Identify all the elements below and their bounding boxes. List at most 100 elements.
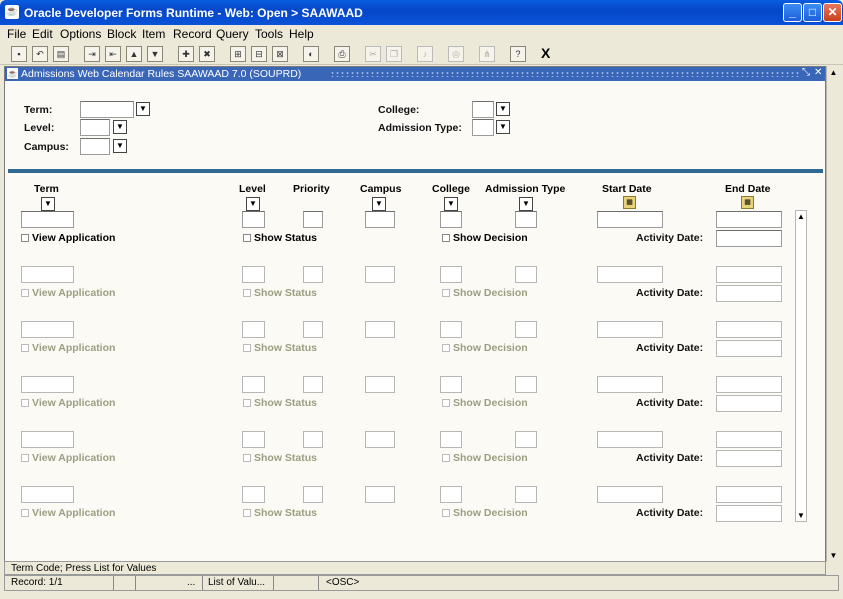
scroll-down-arrow-icon[interactable]: ▼ bbox=[796, 511, 806, 520]
execute-query-icon[interactable]: ▼ bbox=[147, 46, 163, 62]
show-decision-checkbox[interactable]: Show Decision bbox=[442, 342, 528, 354]
end-date-field[interactable] bbox=[716, 321, 782, 338]
window-scrollbar[interactable]: ▲ ▼ bbox=[826, 66, 840, 562]
level-field[interactable] bbox=[242, 486, 265, 503]
admission-type-list-icon[interactable]: ▼ bbox=[519, 197, 533, 211]
checkbox-box[interactable] bbox=[442, 399, 450, 407]
key-campus-dropdown[interactable]: ▼ bbox=[113, 139, 127, 153]
maximize-button[interactable]: □ bbox=[803, 3, 822, 22]
end-date-field[interactable] bbox=[716, 376, 782, 393]
window-scroll-down-icon[interactable]: ▼ bbox=[827, 551, 840, 560]
priority-field[interactable] bbox=[303, 486, 323, 503]
priority-field[interactable] bbox=[303, 321, 323, 338]
checkbox-box[interactable] bbox=[21, 454, 29, 462]
campus-field[interactable] bbox=[365, 431, 395, 448]
priority-field[interactable] bbox=[303, 266, 323, 283]
show-status-checkbox[interactable]: Show Status bbox=[243, 287, 317, 299]
exit-button[interactable]: X bbox=[541, 45, 550, 61]
lookup-icon[interactable]: ◐ bbox=[303, 46, 319, 62]
show-decision-checkbox[interactable]: Show Decision bbox=[442, 287, 528, 299]
show-status-checkbox[interactable]: Show Status bbox=[243, 232, 317, 244]
admission-type-field[interactable] bbox=[515, 486, 537, 503]
help-icon[interactable]: ? bbox=[510, 46, 526, 62]
campus-field[interactable] bbox=[365, 321, 395, 338]
term-field[interactable] bbox=[21, 321, 74, 338]
term-field[interactable] bbox=[21, 376, 74, 393]
checkbox-box[interactable] bbox=[243, 234, 251, 242]
checkbox-box[interactable] bbox=[442, 289, 450, 297]
window-scroll-up-icon[interactable]: ▲ bbox=[827, 68, 840, 77]
checkbox-box[interactable] bbox=[442, 344, 450, 352]
show-status-checkbox[interactable]: Show Status bbox=[243, 397, 317, 409]
next-block-icon[interactable]: ⇥ bbox=[84, 46, 100, 62]
level-field[interactable] bbox=[242, 376, 265, 393]
campus-field[interactable] bbox=[365, 266, 395, 283]
priority-field[interactable] bbox=[303, 376, 323, 393]
college-field[interactable] bbox=[440, 211, 462, 228]
checkbox-box[interactable] bbox=[21, 509, 29, 517]
college-field[interactable] bbox=[440, 321, 462, 338]
start-date-field[interactable] bbox=[597, 211, 663, 228]
key-term-field[interactable] bbox=[80, 101, 134, 118]
block-scrollbar[interactable]: ▲ ▼ bbox=[795, 210, 807, 522]
checkbox-box[interactable] bbox=[21, 289, 29, 297]
admission-type-field[interactable] bbox=[515, 321, 537, 338]
checkbox-box[interactable] bbox=[442, 234, 450, 242]
view-application-checkbox[interactable]: View Application bbox=[21, 452, 115, 464]
priority-field[interactable] bbox=[303, 431, 323, 448]
view-application-checkbox[interactable]: View Application bbox=[21, 397, 115, 409]
menu-item[interactable]: Item bbox=[142, 27, 165, 41]
college-field[interactable] bbox=[440, 431, 462, 448]
key-college-dropdown[interactable]: ▼ bbox=[496, 102, 510, 116]
checkbox-box[interactable] bbox=[243, 289, 251, 297]
menu-edit[interactable]: Edit bbox=[32, 27, 53, 41]
show-decision-checkbox[interactable]: Show Decision bbox=[442, 507, 528, 519]
admission-type-field[interactable] bbox=[515, 266, 537, 283]
level-field[interactable] bbox=[242, 431, 265, 448]
form-close-icon[interactable]: ✕ bbox=[814, 67, 822, 78]
checkbox-box[interactable] bbox=[243, 509, 251, 517]
clear-record-icon[interactable]: ⊠ bbox=[272, 46, 288, 62]
start-date-field[interactable] bbox=[597, 376, 663, 393]
view-application-checkbox[interactable]: View Application bbox=[21, 232, 115, 244]
key-college-field[interactable] bbox=[472, 101, 494, 118]
college-list-icon[interactable]: ▼ bbox=[444, 197, 458, 211]
globe-icon[interactable]: ◎ bbox=[448, 46, 464, 62]
campus-field[interactable] bbox=[365, 376, 395, 393]
menu-query[interactable]: Query bbox=[216, 27, 249, 41]
show-decision-checkbox[interactable]: Show Decision bbox=[442, 452, 528, 464]
priority-field[interactable] bbox=[303, 211, 323, 228]
level-field[interactable] bbox=[242, 211, 265, 228]
cut-icon[interactable]: ✂ bbox=[365, 46, 381, 62]
show-status-checkbox[interactable]: Show Status bbox=[243, 342, 317, 354]
end-date-field[interactable] bbox=[716, 431, 782, 448]
activity-date-field[interactable] bbox=[716, 505, 782, 522]
remove-record-icon[interactable]: ✖ bbox=[199, 46, 215, 62]
end-date-field[interactable] bbox=[716, 486, 782, 503]
audio-icon[interactable]: ♪ bbox=[417, 46, 433, 62]
admission-type-field[interactable] bbox=[515, 211, 537, 228]
save-icon[interactable]: ▪ bbox=[11, 46, 27, 62]
term-field[interactable] bbox=[21, 486, 74, 503]
minimize-button[interactable]: _ bbox=[783, 3, 802, 22]
admission-type-field[interactable] bbox=[515, 431, 537, 448]
end-date-field[interactable] bbox=[716, 211, 782, 228]
end-date-calendar-icon[interactable]: ▦ bbox=[741, 196, 754, 209]
activity-date-field[interactable] bbox=[716, 285, 782, 302]
checkbox-box[interactable] bbox=[243, 454, 251, 462]
checkbox-box[interactable] bbox=[21, 344, 29, 352]
menu-file[interactable]: File bbox=[7, 27, 26, 41]
level-list-icon[interactable]: ▼ bbox=[246, 197, 260, 211]
campus-field[interactable] bbox=[365, 211, 395, 228]
campus-field[interactable] bbox=[365, 486, 395, 503]
college-field[interactable] bbox=[440, 486, 462, 503]
end-date-field[interactable] bbox=[716, 266, 782, 283]
checkbox-box[interactable] bbox=[243, 399, 251, 407]
show-decision-checkbox[interactable]: Show Decision bbox=[442, 397, 528, 409]
clear-block-icon[interactable]: ⊟ bbox=[251, 46, 267, 62]
print-document-icon[interactable]: ▤ bbox=[53, 46, 69, 62]
level-field[interactable] bbox=[242, 321, 265, 338]
menu-record[interactable]: Record bbox=[173, 27, 212, 41]
rollback-icon[interactable]: ↶ bbox=[32, 46, 48, 62]
checkbox-box[interactable] bbox=[21, 234, 29, 242]
